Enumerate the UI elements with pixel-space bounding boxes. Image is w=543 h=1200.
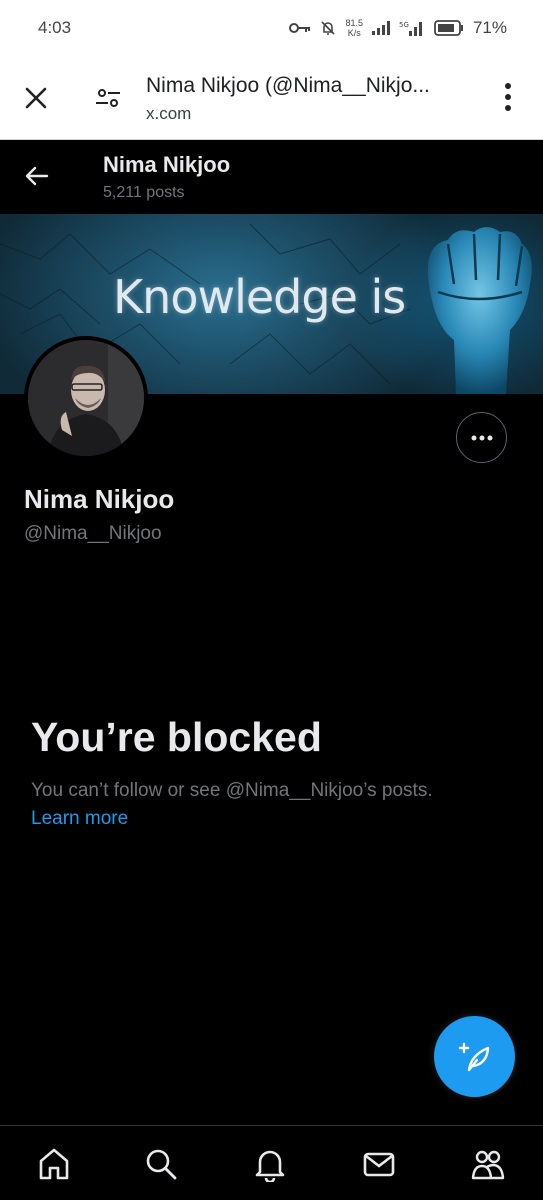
- mail-icon[interactable]: [361, 1146, 397, 1182]
- more-vert-icon[interactable]: [500, 80, 516, 114]
- more-options-button[interactable]: [456, 412, 507, 463]
- battery-icon: [434, 20, 464, 36]
- tune-icon[interactable]: [94, 84, 122, 112]
- svg-text:5G: 5G: [399, 21, 409, 29]
- learn-more-link[interactable]: Learn more: [31, 808, 128, 830]
- blocked-description: You can’t follow or see @Nima__Nikjoo’s …: [31, 780, 433, 801]
- compose-feather-icon: [458, 1042, 489, 1071]
- home-icon[interactable]: [36, 1146, 72, 1182]
- header-post-count: 5,211 posts: [103, 184, 185, 201]
- browser-url[interactable]: x.com: [146, 104, 191, 124]
- profile-handle: @Nima__Nikjoo: [24, 523, 162, 544]
- speed-value: 81.5: [345, 18, 363, 28]
- avatar[interactable]: [24, 336, 148, 460]
- raised-fist-image: [398, 214, 543, 394]
- key-icon: [289, 21, 311, 35]
- browser-page-title[interactable]: Nima Nikjoo (@Nima__Nikjo...: [146, 74, 481, 98]
- search-icon[interactable]: [143, 1146, 179, 1182]
- bell-icon[interactable]: [252, 1146, 288, 1182]
- signal-icon: [371, 21, 390, 35]
- profile-name: Nima Nikjoo: [24, 484, 175, 514]
- battery-percent: 71%: [472, 18, 507, 37]
- status-bar: 4:03 81.5 K/s 5G 71%: [0, 0, 543, 56]
- blocked-title: You’re blocked: [31, 714, 322, 760]
- browser-toolbar: Nima Nikjoo (@Nima__Nikjo... x.com: [0, 56, 543, 140]
- speed-unit: K/s: [347, 28, 361, 38]
- banner-text: Knowledge is: [113, 270, 406, 324]
- status-time: 4:03: [38, 18, 72, 37]
- more-horiz-icon: [471, 435, 492, 440]
- status-icons: 81.5 K/s 5G 71%: [289, 18, 507, 38]
- network-speed: 81.5 K/s: [345, 18, 363, 38]
- close-icon[interactable]: [22, 84, 50, 112]
- bottom-navigation: [0, 1125, 543, 1200]
- profile-header: Nima Nikjoo 5,211 posts: [0, 140, 543, 214]
- header-profile-name: Nima Nikjoo: [103, 152, 231, 177]
- back-arrow-icon[interactable]: [24, 163, 50, 189]
- 5g-signal-icon: 5G: [399, 20, 425, 36]
- communities-icon[interactable]: [470, 1146, 506, 1182]
- compose-post-button[interactable]: [434, 1016, 515, 1097]
- mute-bell-icon: [320, 20, 336, 36]
